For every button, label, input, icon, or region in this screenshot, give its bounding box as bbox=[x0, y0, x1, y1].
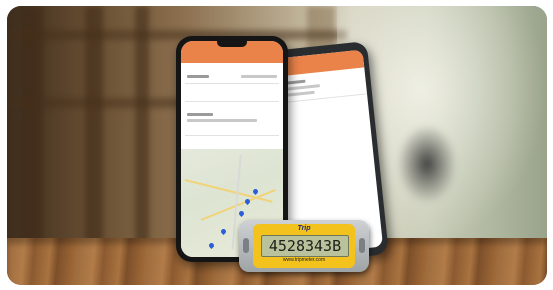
map-pin-icon bbox=[251, 187, 260, 196]
device-side-button bbox=[359, 238, 365, 253]
iphone-text-line bbox=[187, 113, 213, 116]
mileage-tracker-device: Trip 4528343B www.tripmeter.com bbox=[239, 220, 369, 272]
wood-post bbox=[85, 6, 103, 246]
map-pin-icon bbox=[219, 227, 228, 236]
iphone-divider bbox=[185, 83, 279, 84]
iphone-text-line bbox=[187, 119, 257, 122]
wood-post bbox=[135, 6, 149, 246]
wood-post bbox=[21, 6, 43, 246]
iphone-divider bbox=[185, 101, 279, 102]
map-pin-icon bbox=[237, 209, 246, 218]
device-brand-logo: Trip bbox=[297, 225, 311, 232]
wood-beam bbox=[7, 30, 347, 40]
device-face: Trip 4528343B www.tripmeter.com bbox=[253, 224, 355, 268]
device-website-text: www.tripmeter.com bbox=[282, 257, 326, 263]
iphone-divider bbox=[185, 135, 279, 136]
map-pin-icon bbox=[207, 241, 216, 250]
iphone-text-line bbox=[241, 75, 277, 78]
iphone-notch bbox=[217, 41, 247, 47]
device-side-button bbox=[243, 238, 249, 253]
map-road bbox=[184, 179, 273, 203]
device-lcd-display: 4528343B bbox=[261, 235, 349, 257]
blurred-object bbox=[397, 124, 457, 204]
iphone-text-line bbox=[187, 75, 209, 78]
